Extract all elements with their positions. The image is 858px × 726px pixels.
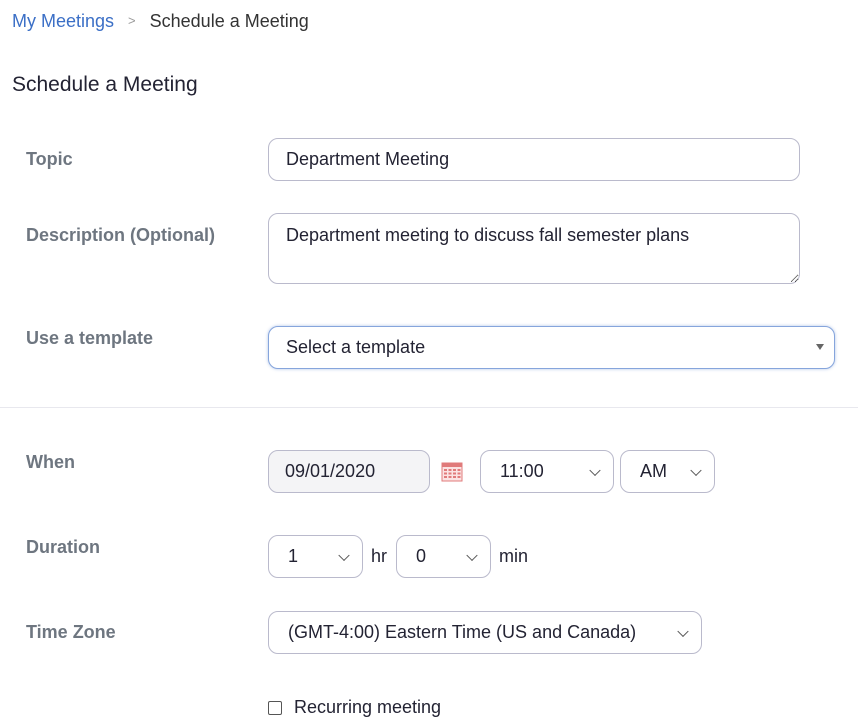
ampm-value: AM xyxy=(640,461,667,481)
caret-down-icon xyxy=(816,344,824,350)
timezone-select[interactable]: (GMT-4:00) Eastern Time (US and Canada) xyxy=(268,611,702,654)
timezone-label: Time Zone xyxy=(26,622,116,642)
breadcrumb-current: Schedule a Meeting xyxy=(149,11,309,31)
description-label: Description (Optional) xyxy=(26,225,215,245)
minutes-unit: min xyxy=(499,546,529,566)
description-textarea[interactable]: Department meeting to discuss fall semes… xyxy=(268,213,800,284)
duration-hours-value: 1 xyxy=(288,546,299,566)
date-input[interactable]: 09/01/2020 xyxy=(268,450,430,493)
duration-hours-select[interactable]: 1 xyxy=(268,535,363,578)
calendar-icon[interactable] xyxy=(441,460,463,482)
recurring-meeting-checkbox[interactable] xyxy=(268,700,282,715)
timezone-value: (GMT-4:00) Eastern Time (US and Canada) xyxy=(288,622,637,642)
duration-minutes-select[interactable]: 0 xyxy=(396,535,491,578)
ampm-select[interactable]: AM xyxy=(620,450,715,493)
duration-label: Duration xyxy=(26,537,100,557)
duration-minutes-value: 0 xyxy=(416,546,427,566)
topic-label: Topic xyxy=(26,149,73,169)
page-title: Schedule a Meeting xyxy=(12,73,198,96)
breadcrumb-my-meetings-link[interactable]: My Meetings xyxy=(12,10,114,32)
chevron-down-icon xyxy=(466,549,478,561)
chevron-down-icon xyxy=(338,549,350,561)
time-value: 11:00 xyxy=(500,461,544,481)
section-divider xyxy=(0,407,858,408)
hours-unit: hr xyxy=(371,546,388,566)
date-value: 09/01/2020 xyxy=(285,461,376,481)
time-select[interactable]: 11:00 xyxy=(480,450,614,493)
chevron-down-icon xyxy=(677,625,689,637)
recurring-meeting-label[interactable]: Recurring meeting xyxy=(294,697,441,718)
template-select-value: Select a template xyxy=(286,337,426,357)
breadcrumb: My Meetings > Schedule a Meeting xyxy=(12,10,309,32)
recurring-meeting-row: Recurring meeting xyxy=(268,697,441,718)
breadcrumb-separator: > xyxy=(128,13,136,28)
chevron-down-icon xyxy=(589,464,601,476)
template-select[interactable]: Select a template xyxy=(268,326,835,369)
topic-input[interactable] xyxy=(268,138,800,181)
when-label: When xyxy=(26,452,75,472)
template-label: Use a template xyxy=(26,328,154,348)
chevron-down-icon xyxy=(690,464,702,476)
